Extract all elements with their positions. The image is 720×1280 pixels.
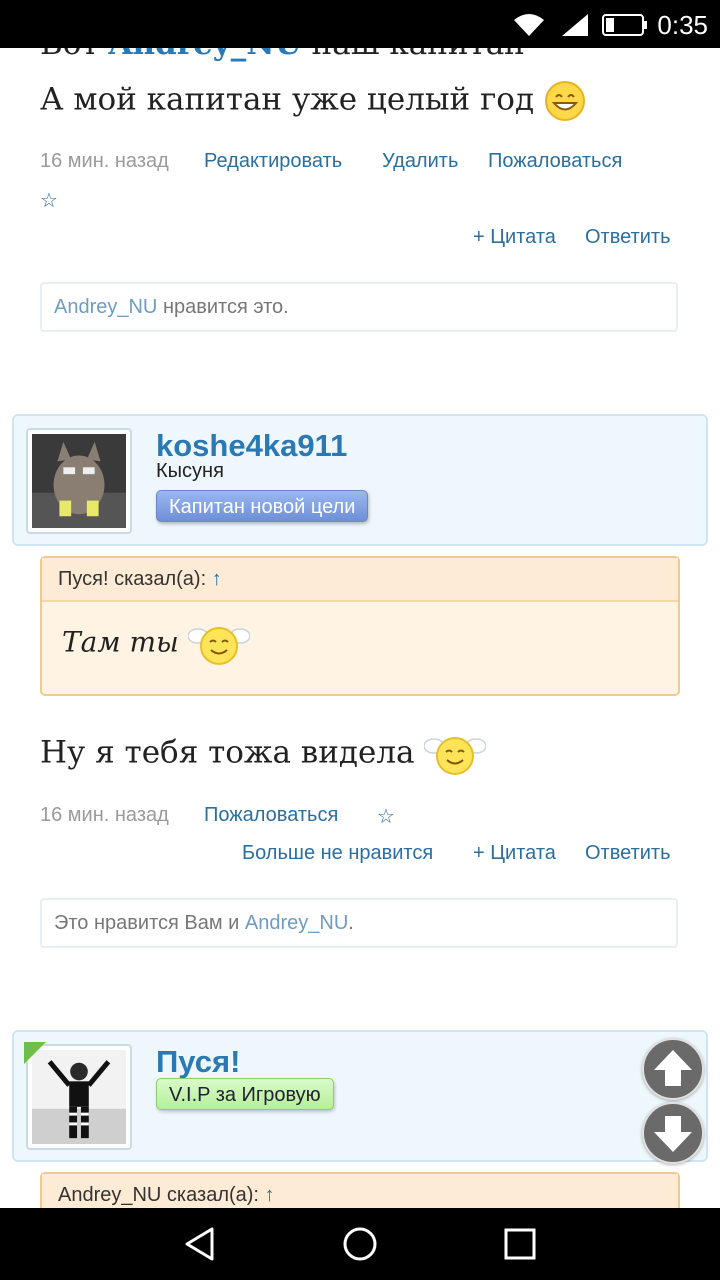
arrow-down-icon <box>654 1116 692 1152</box>
arrow-up-icon <box>654 1050 692 1086</box>
post1-time[interactable]: 16 мин. назад <box>40 150 169 173</box>
user-badge: Капитан новой цели <box>156 490 369 522</box>
quote-link[interactable]: + Цитата <box>473 226 556 249</box>
likes-text: нравится это. <box>157 296 289 318</box>
quote-header: Пуся! сказал(а): ↑ <box>42 558 678 602</box>
thread-content: Вот Andrey_NU наш капитан А мой капитан … <box>0 48 720 1208</box>
signal-icon <box>562 14 588 36</box>
quote-link[interactable]: + Цитата <box>473 842 556 865</box>
post1-line2: А мой капитан уже целый год <box>40 80 586 122</box>
quote-header: Andrey_NU сказал(а): ↑ <box>42 1174 678 1208</box>
quote-source-arrow-icon[interactable]: ↑ <box>212 568 222 590</box>
unlike-link[interactable]: Больше не нравится <box>242 842 433 865</box>
scroll-up-button[interactable] <box>642 1038 704 1100</box>
grin-emoji-icon <box>544 81 585 121</box>
quote-block: Andrey_NU сказал(а): ↑ <box>40 1172 680 1208</box>
cat-avatar-image <box>32 434 126 528</box>
post1-line1: Вот Andrey_NU наш капитан <box>40 48 525 62</box>
mention-link[interactable]: Andrey_NU <box>108 48 301 62</box>
angel-emoji-icon <box>187 627 250 665</box>
system-nav-bar <box>0 1208 720 1280</box>
report-link[interactable]: Пожаловаться <box>488 150 622 173</box>
delete-link[interactable]: Удалить <box>382 150 458 173</box>
likes-user-link[interactable]: Andrey_NU <box>245 912 348 934</box>
post2-message-text: Ну я тебя тожа видела <box>40 734 415 771</box>
post2-message: Ну я тебя тожа видела <box>40 730 487 778</box>
likes-user-link[interactable]: Andrey_NU <box>54 296 157 318</box>
username-link[interactable]: Пуся! <box>156 1044 240 1080</box>
likes-prefix: Это нравится Вам и <box>54 912 245 934</box>
bookmark-star-icon[interactable]: ☆ <box>377 804 395 829</box>
post3-userbar: Пуся! V.I.P за Игровую <box>12 1030 708 1162</box>
recents-icon[interactable] <box>502 1226 538 1262</box>
edit-link[interactable]: Редактировать <box>204 150 342 173</box>
quote-block: Пуся! сказал(а): ↑ Там ты <box>40 556 680 696</box>
quote-body: Там ты <box>42 602 678 668</box>
quote-author: Пуся! сказал(а): <box>58 568 207 590</box>
avatar[interactable] <box>26 428 132 534</box>
report-link[interactable]: Пожаловаться <box>204 804 338 827</box>
quote-source-arrow-icon[interactable]: ↑ <box>265 1184 275 1206</box>
angel-emoji-icon <box>424 737 487 775</box>
user-title: Кысуня <box>156 460 224 482</box>
post1-line1-suffix: наш капитан <box>312 48 525 62</box>
post2-userbar: koshe4ka911 Кысуня Капитан новой цели <box>12 414 708 546</box>
likes-summary: Это нравится Вам и Andrey_NU. <box>40 898 678 948</box>
battery-icon <box>602 14 647 36</box>
status-time: 0:35 <box>657 10 708 40</box>
online-indicator-icon <box>24 1042 46 1064</box>
reply-link[interactable]: Ответить <box>585 842 671 865</box>
likes-suffix: . <box>348 912 354 934</box>
username-link[interactable]: koshe4ka911 <box>156 428 347 464</box>
post2-time[interactable]: 16 мин. назад <box>40 804 169 827</box>
back-icon[interactable] <box>182 1226 218 1262</box>
post1-line1-prefix: Вот <box>40 48 99 62</box>
user-badge: V.I.P за Игровую <box>156 1078 334 1110</box>
quote-text: Там ты <box>62 625 179 659</box>
home-icon[interactable] <box>342 1226 378 1262</box>
bookmark-star-icon[interactable]: ☆ <box>40 188 58 213</box>
status-bar: 0:35 <box>0 0 720 48</box>
likes-summary: Andrey_NU нравится это. <box>40 282 678 332</box>
girl-avatar-image <box>32 1050 126 1144</box>
quote-author: Andrey_NU сказал(а): <box>58 1184 259 1206</box>
reply-link[interactable]: Ответить <box>585 226 671 249</box>
scroll-down-button[interactable] <box>642 1102 704 1164</box>
wifi-icon <box>514 14 544 36</box>
post1-line2-text: А мой капитан уже целый год <box>40 81 535 118</box>
